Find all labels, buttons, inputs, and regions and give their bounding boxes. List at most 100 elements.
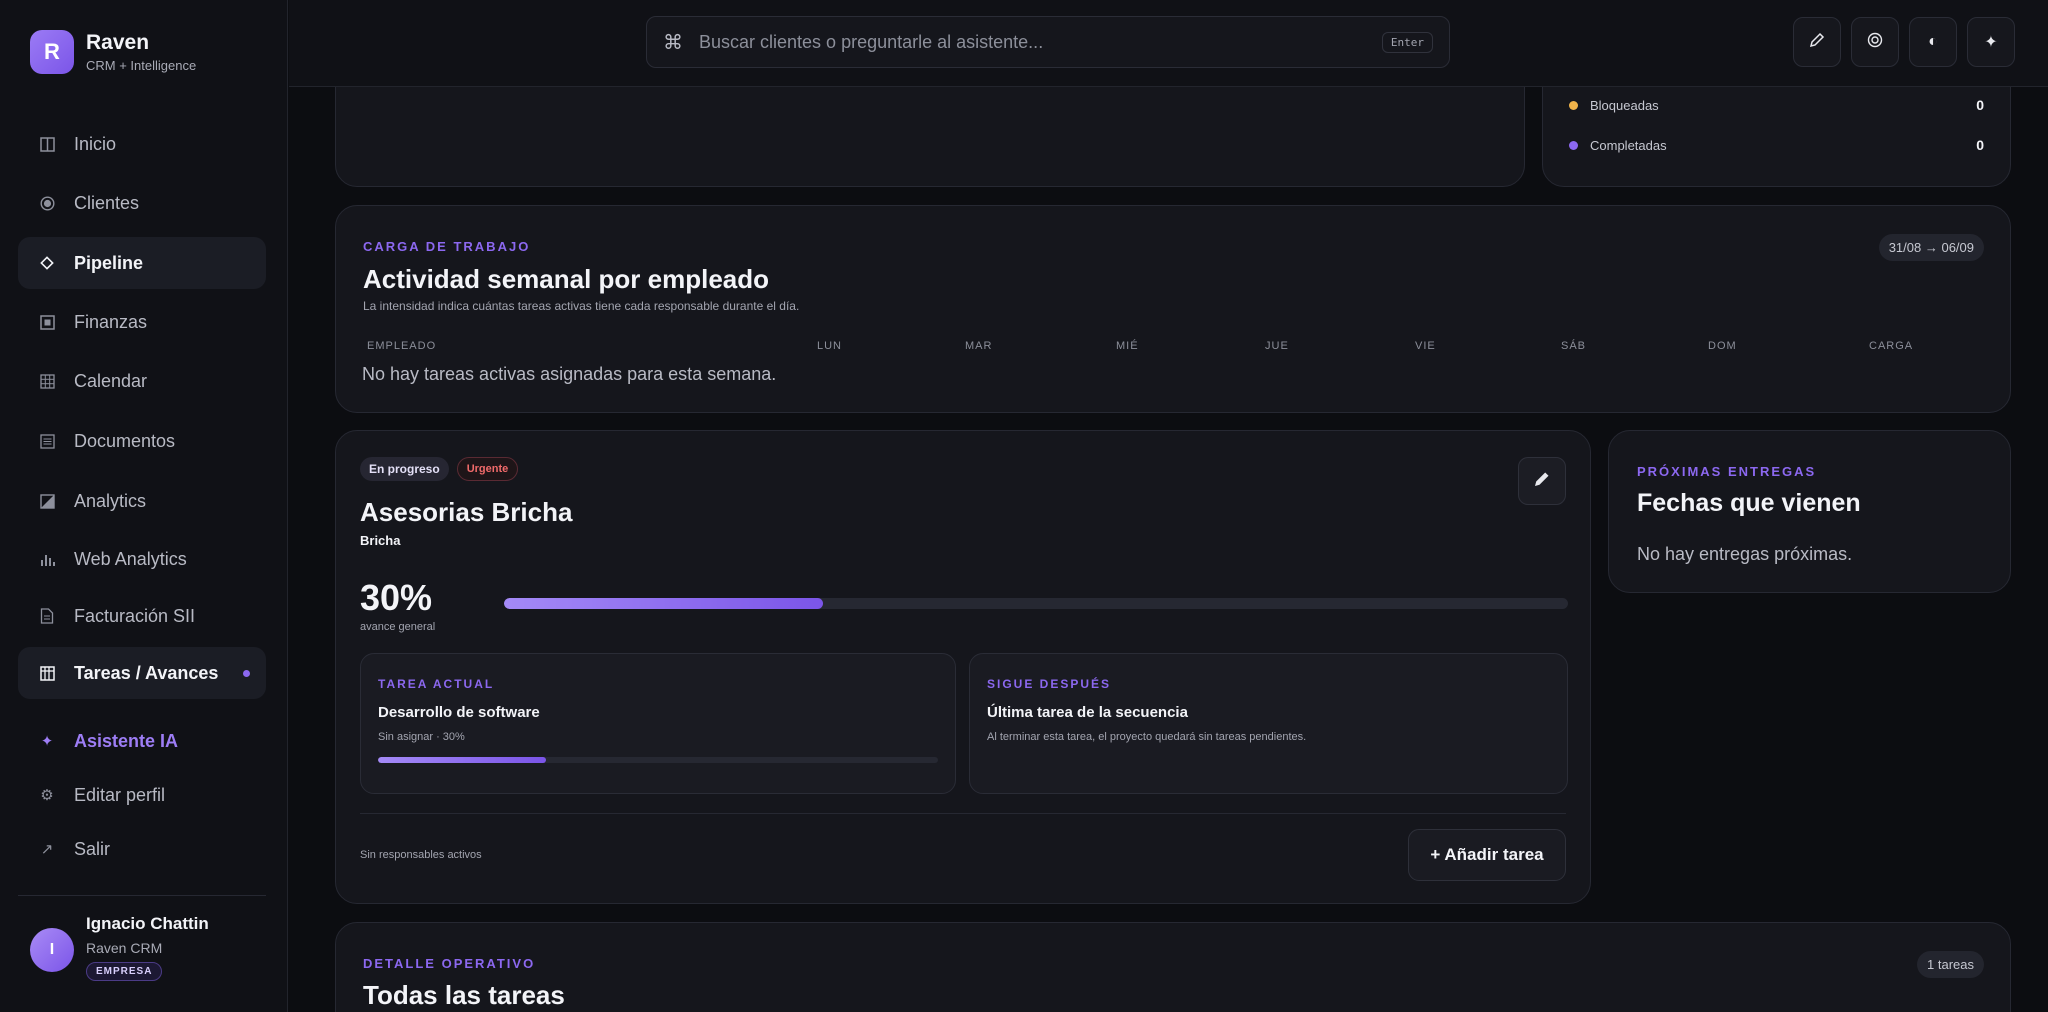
legend-row-completed: Completadas 0 <box>1569 137 1984 153</box>
brand-name: Raven <box>86 31 150 54</box>
brand-logo: R <box>30 30 74 74</box>
legend-row-blocked: Bloqueadas 0 <box>1569 97 1984 113</box>
sidebar-item-label: Tareas / Avances <box>74 662 219 683</box>
column-header: DOM <box>1708 340 1737 352</box>
sidebar-item-clientes[interactable]: Clientes <box>18 177 266 229</box>
task-count-badge: 1 tareas <box>1917 951 1984 978</box>
ai-assistant-button[interactable]: ✦ <box>1967 17 2015 67</box>
workload-title: Actividad semanal por empleado <box>363 264 770 294</box>
topbar: ⌘ Enter ◐ ✦ <box>289 0 2048 87</box>
arrow-up-right-icon: ↗ <box>40 841 54 858</box>
sidebar-item-salir[interactable]: ↗ Salir <box>18 823 266 875</box>
current-task-title: Desarrollo de software <box>378 704 540 721</box>
sidebar-item-label: Clientes <box>74 192 140 213</box>
project-card: En progreso Urgente Asesorias Bricha Bri… <box>335 430 1591 904</box>
column-header: VIE <box>1415 340 1436 352</box>
responsables-text: Sin responsables activos <box>360 849 482 861</box>
target-icon <box>38 194 56 212</box>
table-icon <box>38 664 56 682</box>
progress-fill <box>378 757 546 763</box>
status-bullet <box>1569 140 1578 150</box>
column-header: EMPLEADO <box>367 340 437 352</box>
add-task-button[interactable]: + Añadir tarea <box>1408 829 1566 881</box>
column-header: MAR <box>965 340 993 352</box>
sidebar-item-web-analytics[interactable]: Web Analytics <box>18 533 266 585</box>
progress-fill <box>504 598 824 609</box>
sidebar-divider <box>18 895 266 896</box>
sidebar-item-facturacion[interactable]: Facturación SII <box>18 590 266 642</box>
sidebar-item-asistente-ia[interactable]: ✦ Asistente IA <box>18 715 266 767</box>
current-task-meta: Sin asignar · 30% <box>378 731 465 743</box>
sidebar-item-label: Editar perfil <box>74 784 166 805</box>
sidebar-item-finanzas[interactable]: Finanzas <box>18 296 266 348</box>
square-dot-icon <box>38 313 56 331</box>
app-root: R Raven CRM + Intelligence Inicio Client… <box>0 0 2048 1012</box>
pencil-icon <box>1809 32 1825 53</box>
command-icon: ⌘ <box>663 31 683 54</box>
columns-icon <box>38 135 56 153</box>
project-progress-bar <box>504 598 1568 609</box>
sidebar-item-label: Inicio <box>74 133 117 154</box>
deliveries-eyebrow: PRÓXIMAS ENTREGAS <box>1637 464 1817 479</box>
legend-value: 0 <box>1976 137 1984 153</box>
pencil-icon <box>1533 470 1551 493</box>
grid-icon <box>38 372 56 390</box>
sidebar-item-calendar[interactable]: Calendar <box>18 355 266 407</box>
search-bar[interactable]: ⌘ Enter <box>646 16 1450 68</box>
sidebar-item-pipeline[interactable]: Pipeline <box>18 237 266 289</box>
workload-description: La intensidad indica cuántas tareas acti… <box>363 299 800 313</box>
detail-card: DETALLE OPERATIVO Todas las tareas 1 tar… <box>335 922 2011 1012</box>
priority-badge: Urgente <box>456 457 519 481</box>
sparkle-icon: ✦ <box>1984 34 1998 51</box>
detail-title: Todas las tareas <box>363 980 565 1010</box>
legend-label: Bloqueadas <box>1590 97 1659 113</box>
deliveries-empty-text: No hay entregas próximas. <box>1637 544 1853 564</box>
brand[interactable]: R Raven CRM + Intelligence <box>30 30 196 74</box>
column-header: SÁB <box>1561 340 1587 352</box>
next-task-card[interactable]: SIGUE DESPUÉS Última tarea de la secuenc… <box>969 653 1568 794</box>
column-header: JUE <box>1265 340 1289 352</box>
bar-chart-icon <box>38 550 56 568</box>
diamond-icon <box>38 254 56 272</box>
gear-icon: ⚙ <box>40 787 54 804</box>
sidebar-item-label: Asistente IA <box>74 730 179 751</box>
sidebar-item-inicio[interactable]: Inicio <box>18 118 266 170</box>
current-task-card[interactable]: TAREA ACTUAL Desarrollo de software Sin … <box>360 653 956 794</box>
theme-toggle-button[interactable]: ◐ <box>1909 17 1957 67</box>
sidebar-item-label: Finanzas <box>74 311 148 332</box>
sidebar-item-label: Web Analytics <box>74 548 187 569</box>
target-icon <box>1867 32 1883 53</box>
project-client: Bricha <box>360 533 401 548</box>
brand-subtitle: CRM + Intelligence <box>86 58 197 73</box>
user-profile[interactable]: I Ignacio Chattin Raven CRM EMPRESA <box>30 914 209 981</box>
search-input[interactable] <box>699 31 1382 53</box>
project-name: Asesorias Bricha <box>360 497 573 527</box>
sidebar-item-analytics[interactable]: Analytics <box>18 475 266 527</box>
avatar: I <box>30 928 74 972</box>
column-header: CARGA <box>1869 340 1914 352</box>
status-bullet <box>1569 100 1578 110</box>
edit-button[interactable] <box>1793 17 1841 67</box>
deliveries-title: Fechas que vienen <box>1637 489 1861 517</box>
sidebar-item-label: Calendar <box>74 370 148 391</box>
sidebar-item-editar-perfil[interactable]: ⚙ Editar perfil <box>18 769 266 821</box>
contrast-icon: ◐ <box>1928 33 1938 50</box>
project-divider <box>360 813 1566 814</box>
current-task-eyebrow: TAREA ACTUAL <box>378 677 495 691</box>
sidebar: R Raven CRM + Intelligence Inicio Client… <box>0 0 288 1012</box>
enter-key-hint: Enter <box>1381 31 1433 53</box>
list-icon <box>38 432 56 450</box>
legend-label: Completadas <box>1590 137 1667 153</box>
edit-project-button[interactable] <box>1518 457 1566 505</box>
next-task-eyebrow: SIGUE DESPUÉS <box>987 677 1112 691</box>
sidebar-item-documentos[interactable]: Documentos <box>18 415 266 467</box>
progress-caption: avance general <box>360 621 436 633</box>
legend-value: 0 <box>1976 97 1984 113</box>
sidebar-item-tareas[interactable]: Tareas / Avances <box>18 647 266 699</box>
sidebar-item-label: Pipeline <box>74 252 144 273</box>
file-icon <box>38 607 56 625</box>
date-range-badge[interactable]: 31/08 → 06/09 <box>1878 234 1984 261</box>
deliveries-card: PRÓXIMAS ENTREGAS Fechas que vienen No h… <box>1608 430 2011 593</box>
detail-eyebrow: DETALLE OPERATIVO <box>363 956 536 971</box>
target-button[interactable] <box>1851 17 1899 67</box>
